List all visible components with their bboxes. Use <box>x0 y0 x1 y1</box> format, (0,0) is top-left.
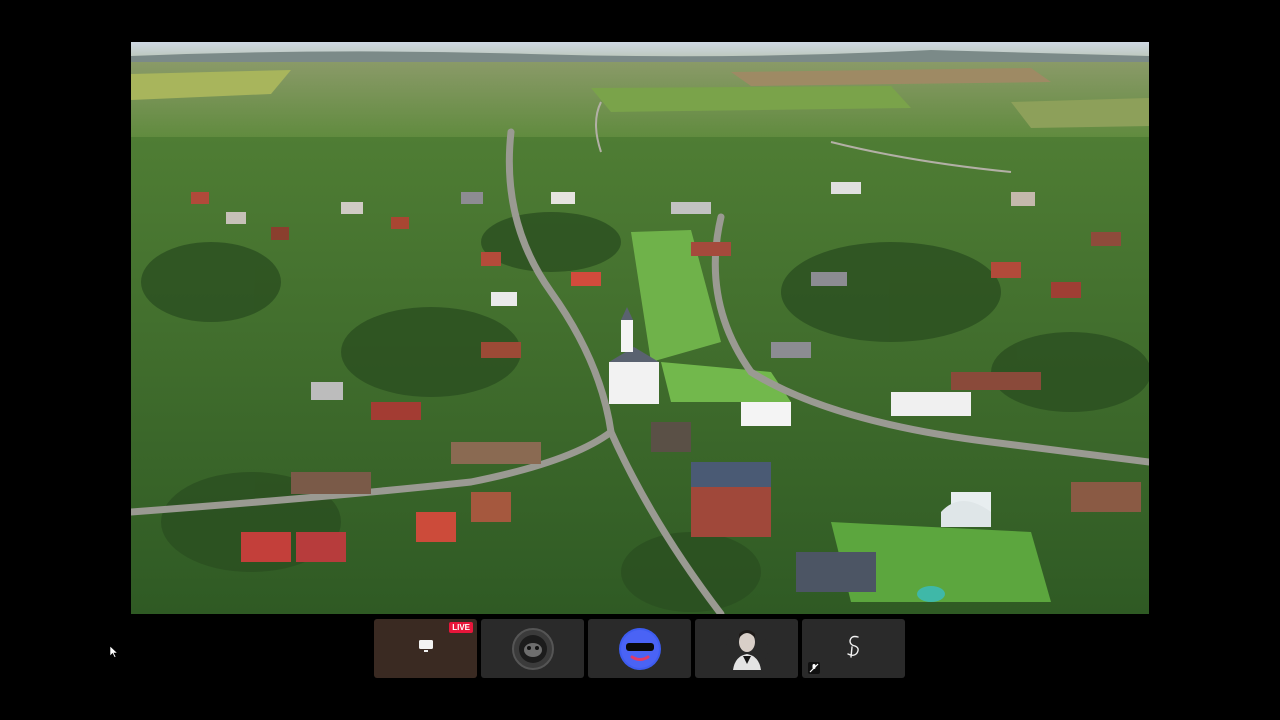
participant-tile-2[interactable] <box>481 619 584 678</box>
participant-tile-3[interactable] <box>588 619 691 678</box>
participant-tile-screen-share[interactable]: LIVE <box>374 619 477 678</box>
screen-share-icon <box>418 639 434 658</box>
avatar-dark-circle <box>511 627 554 670</box>
signature-logo-icon <box>843 633 865 664</box>
participant-tile-4[interactable] <box>695 619 798 678</box>
aerial-village-image <box>131 42 1149 614</box>
mouse-cursor-icon <box>109 645 119 663</box>
participant-strip: LIVE <box>374 619 905 678</box>
main-video-stage[interactable] <box>131 42 1149 614</box>
live-badge: LIVE <box>449 622 473 633</box>
participant-tile-5[interactable] <box>802 619 905 678</box>
mic-muted-icon <box>808 662 820 674</box>
avatar-portrait-photo <box>725 627 768 670</box>
avatar-sunglasses-face <box>618 627 661 670</box>
